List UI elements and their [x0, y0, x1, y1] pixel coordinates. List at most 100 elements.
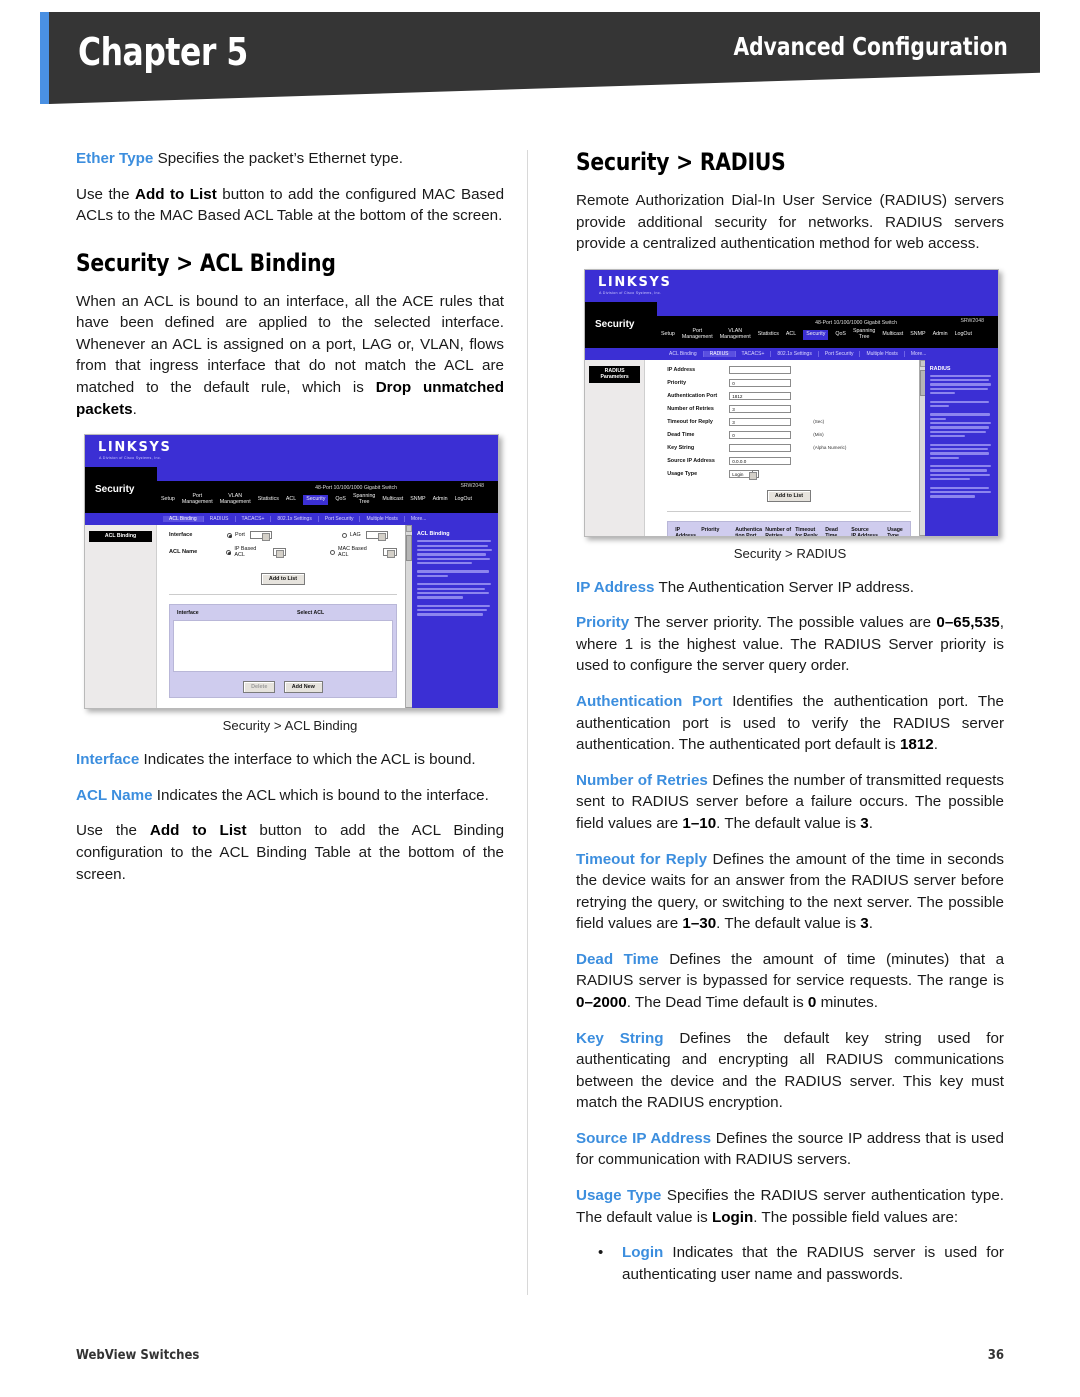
main-scrollbar[interactable] — [405, 525, 412, 709]
select-lag[interactable] — [365, 531, 388, 542]
usage-type-options-list: • Login Indicates that the RADIUS server … — [576, 1242, 1004, 1285]
select-ip-based-acl[interactable] — [272, 548, 287, 559]
nav-port-management-2[interactable]: Port Management — [682, 328, 713, 341]
table-footer: Delete Add New — [173, 672, 393, 694]
footer-title: WebView Switches — [76, 1348, 200, 1363]
text-retries-c: . The default value is — [716, 814, 861, 832]
nav-vlan-management[interactable]: VLAN Management — [220, 494, 251, 506]
select-mac-based-acl[interactable] — [383, 548, 397, 559]
ui-body: ACL Binding Interface Port LAG ACL Name … — [85, 525, 498, 709]
bold-retries-range: 1–10 — [682, 814, 717, 832]
ui-sidebar-2: RADIUS Parameters — [585, 359, 646, 536]
sidebar-item-acl-binding[interactable]: ACL Binding — [89, 531, 152, 542]
subnav-tacacs[interactable]: TACACS+ — [236, 516, 272, 523]
subnav-tacacs-2[interactable]: TACACS+ — [736, 350, 772, 357]
add-to-list-button[interactable]: Add to List — [260, 573, 306, 586]
paragraph-number-of-retries: Number of Retries Defines the number of … — [576, 770, 1004, 835]
nav-snmp[interactable]: SNMP — [410, 496, 425, 503]
nav-setup-2[interactable]: Setup — [661, 331, 675, 338]
nav-snmp-2[interactable]: SNMP — [910, 331, 925, 338]
unit-key-string: (Alpha Numeric) — [813, 445, 847, 451]
nav-acl[interactable]: ACL — [286, 496, 296, 503]
field-number-of-retries: Number of Retries 3 — [667, 404, 911, 413]
subnav-multiple-hosts[interactable]: Multiple Hosts — [360, 516, 405, 523]
term-usage-type: Usage Type — [576, 1187, 662, 1205]
text-ip-address: The Authentication Server IP address. — [654, 578, 914, 596]
ui-subnav-row-2[interactable]: ACL Binding RADIUS TACACS+ 802.1x Settin… — [585, 347, 998, 360]
subnav-port-security-2[interactable]: Port Security — [819, 350, 861, 357]
nav-admin-2[interactable]: Admin — [933, 331, 948, 338]
nav-qos[interactable]: QoS — [335, 496, 346, 503]
subnav-port-security[interactable]: Port Security — [319, 516, 361, 523]
nav-logout-2[interactable]: LogOut — [955, 331, 972, 338]
nav-logout[interactable]: LogOut — [455, 496, 472, 503]
nav-spanning-tree-2[interactable]: Spanning Tree — [853, 328, 875, 341]
nav-security[interactable]: Security — [303, 495, 329, 506]
radius-table: IP Address Priority Authentica tion Port… — [667, 520, 911, 537]
label-port: Port — [235, 532, 245, 539]
sidebar-item-radius-parameters[interactable]: RADIUS Parameters — [589, 365, 641, 384]
nav-security-2[interactable]: Security — [803, 329, 829, 340]
input-timeout-for-reply[interactable]: 3 — [729, 417, 792, 426]
label-number-of-retries: Number of Retries — [667, 405, 714, 412]
ui-nav-band: 48-Port 10/100/1000 Gigabit Switch SRW20… — [85, 467, 498, 514]
nav-acl-2[interactable]: ACL — [786, 331, 796, 338]
radio-ip-based-acl[interactable] — [226, 549, 232, 555]
delete-button[interactable]: Delete — [243, 680, 276, 693]
subnav-8021x-settings[interactable]: 802.1x Settings — [271, 516, 319, 523]
input-ip-address[interactable] — [729, 365, 792, 374]
input-authentication-port[interactable]: 1812 — [729, 391, 792, 400]
table-header-row-2: IP Address Priority Authentica tion Port… — [671, 525, 907, 537]
radio-port[interactable] — [227, 532, 232, 538]
subnav-8021x-settings-2[interactable]: 802.1x Settings — [771, 350, 819, 357]
input-dead-time[interactable]: 0 — [729, 430, 792, 439]
nav-multicast[interactable]: Multicast — [382, 496, 403, 503]
chevron-down-icon[interactable] — [749, 469, 760, 480]
input-priority[interactable]: 0 — [729, 378, 792, 387]
label-acl-name: ACL Name — [169, 549, 198, 556]
nav-port-management[interactable]: Port Management — [182, 494, 213, 506]
ui-nav-row-2[interactable]: Setup Port Management VLAN Management St… — [661, 324, 994, 346]
label-priority: Priority — [667, 379, 687, 386]
left-column: Ether Type Specifies the packet’s Ethern… — [76, 148, 504, 899]
field-timeout-for-reply: Timeout for Reply 3 (Sec) — [667, 417, 911, 426]
subnav-acl-binding[interactable]: ACL Binding — [163, 516, 204, 523]
nav-statistics-2[interactable]: Statistics — [758, 331, 779, 338]
radio-mac-based-acl[interactable] — [330, 549, 336, 555]
label-mac-based-acl: MAC Based ACL — [338, 546, 367, 559]
input-source-ip-address[interactable]: 0.0.0.0 — [729, 456, 792, 465]
nav-statistics[interactable]: Statistics — [258, 496, 279, 503]
bold-priority-range: 0–65,535 — [936, 614, 1000, 632]
input-key-string[interactable] — [729, 443, 792, 452]
subnav-radius[interactable]: RADIUS — [204, 516, 236, 523]
paragraph-ether-type: Ether Type Specifies the packet’s Ethern… — [76, 148, 504, 170]
table-header-row: Interface Select ACL — [173, 608, 393, 620]
add-new-button[interactable]: Add New — [283, 680, 323, 693]
nav-setup[interactable]: Setup — [161, 496, 175, 503]
nav-multicast-2[interactable]: Multicast — [882, 331, 903, 338]
nav-vlan-management-2[interactable]: VLAN Management — [720, 328, 751, 341]
bold-timeout-default: 3 — [860, 915, 869, 933]
acl-binding-table: Interface Select ACL Delete Add New — [169, 604, 397, 698]
ui-help-panel: ACL Binding — [412, 525, 498, 709]
subnav-more[interactable]: More... — [405, 516, 433, 522]
add-to-list-button-radius[interactable]: Add to List — [766, 489, 812, 502]
subnav-more-2[interactable]: More... — [905, 351, 933, 357]
nav-spanning-tree[interactable]: Spanning Tree — [353, 494, 375, 506]
ui-subnav-row[interactable]: ACL Binding RADIUS TACACS+ 802.1x Settin… — [85, 513, 498, 526]
radio-lag[interactable] — [341, 532, 347, 538]
select-port[interactable] — [249, 531, 272, 542]
nav-qos-2[interactable]: QoS — [835, 331, 846, 338]
subnav-acl-binding-2[interactable]: ACL Binding — [663, 350, 704, 357]
right-column: Security > RADIUS Remote Authorization D… — [576, 148, 1004, 1299]
nav-admin[interactable]: Admin — [433, 496, 448, 503]
term-ip-address: IP Address — [576, 578, 655, 596]
subnav-radius-2[interactable]: RADIUS — [703, 350, 736, 357]
ui-nav-row[interactable]: Setup Port Management VLAN Management St… — [161, 489, 494, 511]
field-priority: Priority 0 — [667, 378, 911, 387]
input-number-of-retries[interactable]: 3 — [729, 404, 792, 413]
text-acl-binding-c: . — [132, 400, 137, 418]
field-usage-type: Usage Type Login — [667, 469, 911, 480]
th-number-of-retries: Number of Retries — [765, 526, 792, 537]
subnav-multiple-hosts-2[interactable]: Multiple Hosts — [860, 350, 905, 357]
